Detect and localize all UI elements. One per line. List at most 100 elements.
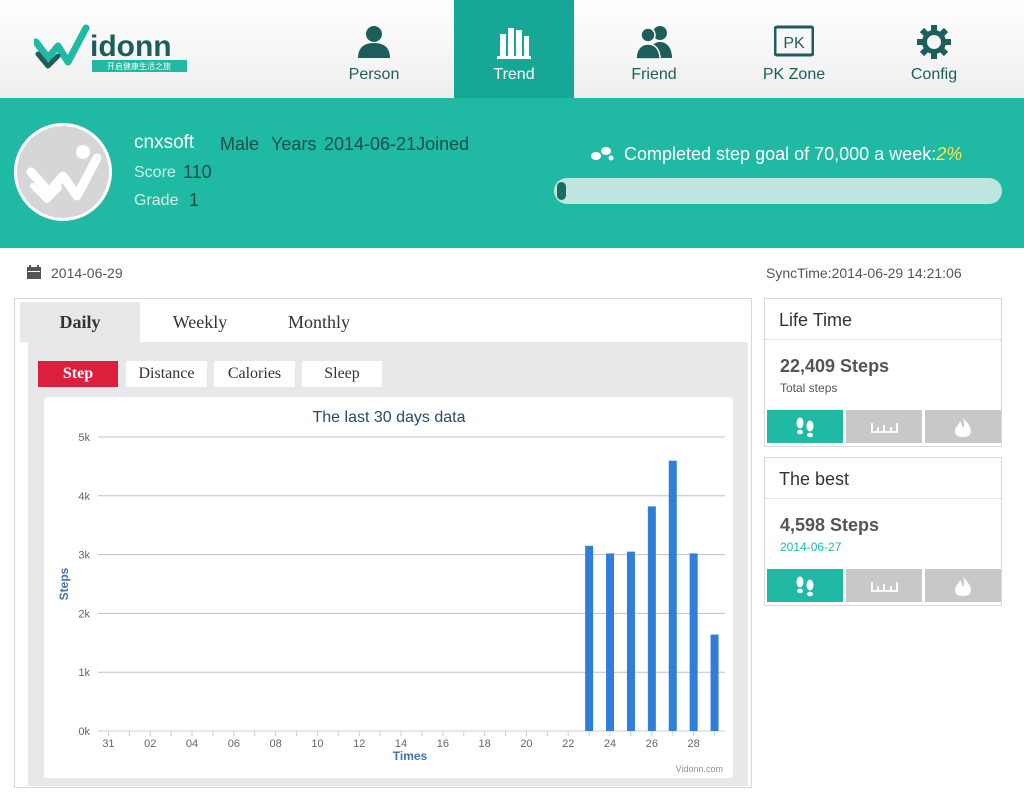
nav-config-label: Config — [910, 66, 958, 83]
life-time-sub: Total steps — [780, 381, 838, 395]
y-tick-label: 5k — [78, 432, 90, 444]
footsteps-icon — [796, 576, 814, 597]
y-tick-label: 1k — [78, 667, 90, 679]
subtab-sleep[interactable]: Sleep — [302, 361, 382, 387]
best-card: The best 4,598 Steps 2014-06-27 — [764, 457, 1002, 606]
x-tick-label: 10 — [311, 738, 323, 750]
steps-chart-svg: The last 30 days data 0k 1k 2k 3k 4k 5k 31 02 0… — [57, 409, 725, 774]
x-tick-label: 12 — [353, 738, 365, 750]
x-tick-label: 31 — [102, 738, 114, 750]
best-title: The best — [779, 469, 850, 489]
nav-friend[interactable]: Friend — [594, 0, 714, 98]
years-label: Years — [271, 134, 317, 154]
step-bar — [647, 506, 656, 731]
goal-progress-bar — [554, 178, 1002, 204]
x-tick-label: 24 — [604, 738, 616, 750]
step-bar — [606, 553, 615, 731]
y-tick-label: 0k — [78, 726, 90, 738]
nav-trend[interactable]: Trend — [454, 0, 574, 98]
avatar[interactable] — [14, 123, 112, 221]
joined-date: 2014-06-21Joined — [324, 134, 470, 154]
chart-xlabel: Times — [393, 749, 428, 763]
x-tick-label: 28 — [688, 738, 700, 750]
x-tick-label: 22 — [562, 738, 574, 750]
brand-name: idonn — [90, 30, 172, 63]
tab-monthly[interactable]: Monthly — [259, 302, 379, 342]
best-calories-button[interactable] — [925, 569, 1001, 602]
footprints-icon — [591, 147, 614, 161]
y-tick-label: 2k — [78, 608, 90, 620]
tab-daily[interactable]: Daily — [20, 302, 140, 342]
brand-slogan: 开启健康生活之旅 — [107, 61, 171, 71]
step-bar — [626, 551, 635, 731]
username: cnxsoft — [134, 132, 195, 153]
y-tick-label: 3k — [78, 550, 90, 562]
grade-label: Grade — [134, 192, 179, 209]
steps-chart: The last 30 days data 0k 1k 2k 3k 4k 5k 31 02 0… — [44, 397, 733, 778]
step-bar — [710, 634, 719, 731]
x-tick-label: 20 — [520, 738, 532, 750]
card-divider — [765, 498, 1001, 499]
current-date: 2014-06-29 — [51, 265, 123, 281]
best-distance-button[interactable] — [846, 569, 922, 602]
score-label: Score — [134, 164, 176, 181]
x-tick-label: 02 — [144, 738, 156, 750]
x-tick-label: 08 — [270, 738, 282, 750]
card-divider — [765, 339, 1001, 340]
flame-icon — [955, 418, 971, 437]
subtab-calories[interactable]: Calories — [214, 361, 295, 387]
life-distance-button[interactable] — [846, 410, 922, 443]
x-tick-label: 04 — [186, 738, 198, 750]
grade-value: 1 — [189, 190, 200, 210]
vidonn-logo[interactable]: idonn 开启健康生活之旅 — [32, 18, 194, 78]
nav-pk-zone-label: PK Zone — [762, 66, 826, 83]
chart-ylabel: Steps — [57, 567, 71, 600]
step-bar — [585, 545, 594, 731]
sync-time: SyncTime:2014-06-29 14:21:06 — [766, 265, 962, 281]
tab-weekly[interactable]: Weekly — [140, 302, 260, 342]
life-calories-button[interactable] — [925, 410, 1001, 443]
nav-config[interactable]: Config — [874, 0, 994, 98]
x-tick-label: 06 — [228, 738, 240, 750]
friends-icon — [635, 26, 672, 60]
ruler-icon — [871, 423, 898, 433]
gear-icon — [917, 25, 951, 59]
x-tick-label: 16 — [437, 738, 449, 750]
x-tick-label: 26 — [646, 738, 658, 750]
gender: Male — [220, 134, 260, 154]
chart-title: The last 30 days data — [313, 409, 466, 426]
avatar-logo-icon — [26, 145, 102, 203]
goal-description: Completed step goal of 70,000 a week: — [624, 144, 937, 164]
nav-person-label: Person — [348, 66, 400, 83]
score-value: 110 — [183, 162, 212, 182]
nav-friend-label: Friend — [631, 66, 677, 83]
subtab-distance[interactable]: Distance — [126, 361, 207, 387]
step-bar — [689, 553, 698, 731]
life-time-value: 22,409 Steps — [780, 356, 890, 376]
goal-percent: 2% — [936, 144, 963, 164]
bar-chart-icon — [497, 28, 531, 59]
goal-progress-fill — [557, 182, 566, 200]
life-time-title: Life Time — [779, 310, 853, 330]
nav-person[interactable]: Person — [314, 0, 434, 98]
step-bar — [668, 460, 677, 731]
flame-icon — [955, 577, 971, 596]
calendar-icon — [27, 265, 41, 279]
footsteps-icon — [796, 417, 814, 438]
person-icon — [358, 26, 390, 58]
nav-pk-zone[interactable]: PK PK Zone — [734, 0, 854, 98]
best-value: 4,598 Steps — [780, 515, 880, 535]
x-tick-label: 18 — [479, 738, 491, 750]
ruler-icon — [871, 582, 898, 592]
y-tick-label: 4k — [78, 491, 90, 503]
pk-icon: PK — [774, 25, 814, 57]
goal-text: Completed step goal of 70,000 a week:2% — [624, 144, 962, 165]
pk-icon-text: PK — [783, 35, 805, 52]
best-date: 2014-06-27 — [780, 540, 842, 554]
best-steps-button[interactable] — [767, 569, 843, 602]
nav-trend-label: Trend — [493, 66, 535, 83]
subtab-step[interactable]: Step — [38, 361, 118, 387]
life-time-card: Life Time 22,409 Steps Total steps — [764, 298, 1002, 447]
life-steps-button[interactable] — [767, 410, 843, 443]
chart-credit[interactable]: Vidonn.com — [676, 764, 723, 774]
